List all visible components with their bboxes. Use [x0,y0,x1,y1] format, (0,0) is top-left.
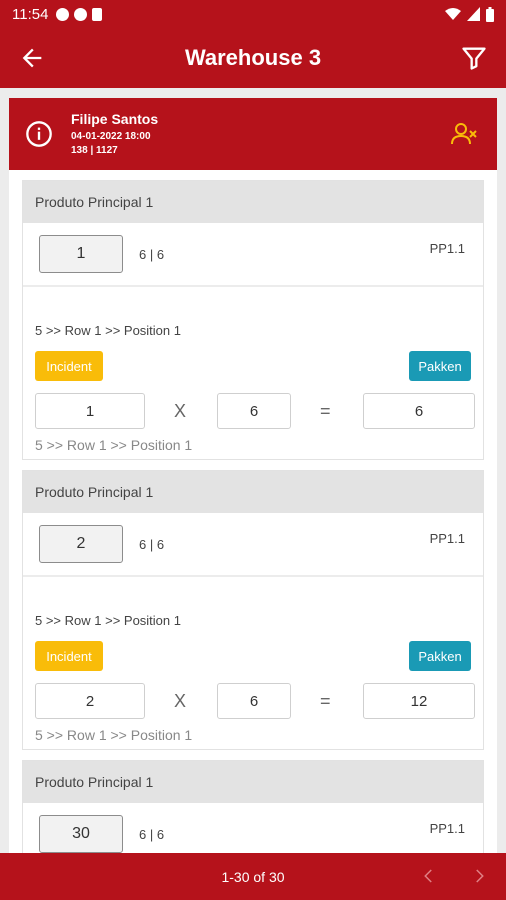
remove-user-icon[interactable] [451,122,477,146]
pakken-button[interactable]: Pakken [409,351,471,381]
app-bar: Warehouse 3 [0,28,506,88]
chevron-left-icon[interactable] [420,867,438,885]
multiplier-field[interactable]: 6 [217,393,291,429]
back-arrow-icon[interactable] [18,44,46,72]
quantity-field[interactable]: 1 [35,393,145,429]
filter-icon[interactable] [460,44,488,72]
incident-button[interactable]: Incident [35,351,103,381]
product-detail: 5 >> Row 1 >> Position 1 Incident Pakken… [23,287,483,459]
chevron-right-icon[interactable] [470,867,488,885]
signal-icon [467,7,480,21]
equals-sign: = [320,691,331,711]
location-label: 5 >> Row 1 >> Position 1 [35,613,181,628]
system-icons [445,6,494,22]
multiply-sign: X [174,401,187,421]
product-name: Produto Principal 1 [23,181,483,223]
total-field[interactable]: 12 [363,683,475,719]
pick-ratio: 6 | 6 [139,246,165,262]
multiply-sign: X [174,691,187,711]
order-datetime: 04-01-2022 18:00 [71,130,151,142]
pakken-button[interactable]: Pakken [409,641,471,671]
battery-icon [486,6,494,22]
quantity-input[interactable]: 2 [39,525,123,563]
equals-sign: = [320,401,331,421]
multiplier-field[interactable]: 6 [217,683,291,719]
pagination-bar: 1-30 of 30 [0,853,506,900]
sd-card-icon [92,7,103,21]
product-qty-row: 2 6 | 6 PP1.1 [23,513,483,577]
notification-icons [56,7,103,21]
page-title: Warehouse 3 [184,45,322,70]
status-bar: 11:54 [0,0,506,28]
pick-ratio: 6 | 6 [139,826,165,842]
info-icon[interactable] [25,120,53,148]
status-time: 11:54 [12,5,49,23]
location-hint: 5 >> Row 1 >> Position 1 [35,727,193,743]
order-ids: 138 | 1127 [71,144,118,156]
product-item: Produto Principal 1 1 6 | 6 PP1.1 5 >> R… [22,180,484,460]
pick-ratio: 6 | 6 [139,536,165,552]
quantity-input[interactable]: 1 [39,235,123,273]
app-notification-icon [74,7,88,21]
product-qty-row: 1 6 | 6 PP1.1 [23,223,483,287]
product-code: PP1.1 [429,531,465,546]
product-code: PP1.1 [429,241,465,256]
product-detail: 5 >> Row 1 >> Position 1 Incident Pakken… [23,577,483,749]
product-name: Produto Principal 1 [23,471,483,513]
order-card: Filipe Santos 04-01-2022 18:00 138 | 112… [9,98,497,853]
content-area[interactable]: Filipe Santos 04-01-2022 18:00 138 | 112… [0,88,506,853]
product-qty-row: 30 6 | 6 PP1.1 [23,803,483,853]
user-name: Filipe Santos [71,110,159,127]
total-field[interactable]: 6 [363,393,475,429]
wifi-icon [445,8,461,20]
quantity-field[interactable]: 2 [35,683,145,719]
product-code: PP1.1 [429,821,465,836]
product-item: Produto Principal 1 2 6 | 6 PP1.1 5 >> R… [22,470,484,750]
pagination-range: 1-30 of 30 [221,868,285,885]
incident-button[interactable]: Incident [35,641,103,671]
quantity-input[interactable]: 30 [39,815,123,853]
order-header: Filipe Santos 04-01-2022 18:00 138 | 112… [9,98,497,170]
product-item: Produto Principal 1 30 6 | 6 PP1.1 [22,760,484,853]
order-header-text: Filipe Santos 04-01-2022 18:00 138 | 112… [71,111,158,158]
location-hint: 5 >> Row 1 >> Position 1 [35,437,193,453]
location-label: 5 >> Row 1 >> Position 1 [35,323,181,338]
app-notification-icon [56,7,70,21]
product-name: Produto Principal 1 [23,761,483,803]
